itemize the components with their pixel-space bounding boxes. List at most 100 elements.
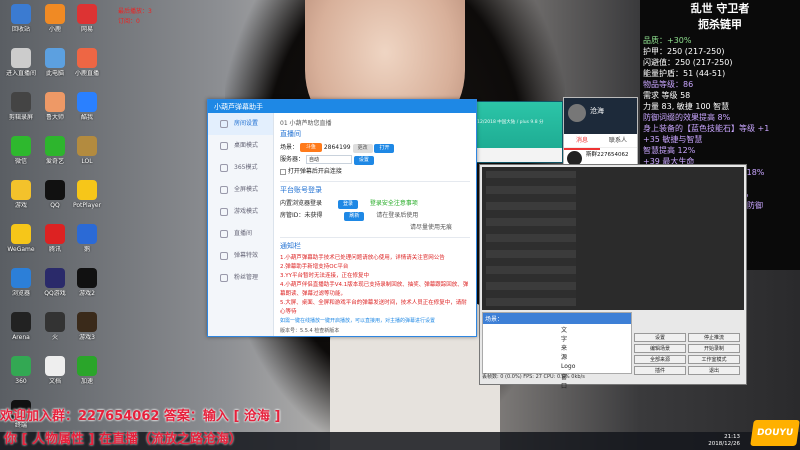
sidebar-item[interactable]: 全屏模式 <box>208 179 273 201</box>
desktop-icon[interactable]: LOL <box>70 136 104 165</box>
sidebar-item-label: 房间设置 <box>234 120 259 127</box>
app-icon <box>11 356 31 376</box>
desktop-icon-label: 游戏2 <box>79 290 95 297</box>
section-notice: 通知栏 1.小葫芦弹幕助手技术已处理问题请放心使用，详情请关注官网公告 2.弹幕助… <box>280 241 470 317</box>
apply-server-button[interactable]: 设置 <box>353 156 374 165</box>
desktop-icon-label: 浏览器 <box>11 290 30 297</box>
version-label[interactable]: 版本号：5.5.4 检查新版本 <box>280 327 339 334</box>
tip-line1: 登录安全注意事项 <box>369 200 418 207</box>
sidebar-item[interactable]: 弹幕特效 <box>208 245 273 267</box>
obs-scene-label: 场景： <box>483 313 631 324</box>
auto-connect-checkbox[interactable] <box>280 168 286 175</box>
desktop-icon[interactable]: 游戏2 <box>70 268 104 297</box>
obs-source-item[interactable]: 文字来源 <box>483 324 639 362</box>
app-icon <box>11 224 31 244</box>
sidebar-item[interactable]: 桌面模式 <box>208 135 273 157</box>
desktop-icon[interactable]: 360 <box>4 356 38 385</box>
sidebar-item-label: 365模式 <box>234 164 258 171</box>
window-title: 小葫芦弹幕助手 <box>208 100 476 113</box>
sidebar-icon <box>220 186 228 194</box>
obs-preview <box>482 167 744 310</box>
tip-line2: 请在登录后使用 <box>376 212 419 219</box>
obs-control-button[interactable]: 开始录制 <box>688 344 740 353</box>
obs-control-button[interactable]: 设置 <box>634 333 686 342</box>
item-stat-line: 防御词缀的效果提高 8% <box>643 113 731 122</box>
tab-contacts[interactable]: 联系人 <box>600 134 636 148</box>
section-title: 平台账号登录 <box>280 186 322 194</box>
sidebar-item[interactable]: 直播间 <box>208 223 273 245</box>
desktop-icon[interactable]: 微信 <box>4 136 38 165</box>
desktop-icon-label: 剪辑录屏 <box>8 114 33 121</box>
open-room-button[interactable]: 打开 <box>374 144 395 153</box>
desktop-icon[interactable]: 此电脑 <box>38 48 72 77</box>
app-icon <box>77 48 97 68</box>
obs-control-button[interactable]: 工作室模式 <box>688 355 740 364</box>
desktop-icon[interactable]: 腾讯 <box>38 224 72 253</box>
desktop-icon[interactable]: 文档 <box>38 356 72 385</box>
desktop-icon[interactable]: 浏览器 <box>4 268 38 297</box>
login-button[interactable]: 登录 <box>337 200 358 209</box>
desktop-icon[interactable]: 酷我 <box>70 92 104 121</box>
douyu-logo-icon: 斗鱼 <box>299 143 322 152</box>
taskbar-clock[interactable]: 21:13 2018/12/26 <box>708 434 740 448</box>
sidebar-item[interactable]: 365模式 <box>208 157 273 179</box>
sidebar-item-label: 全屏模式 <box>234 186 259 193</box>
avatar[interactable] <box>568 104 586 122</box>
desktop-icon[interactable]: 游戏3 <box>70 312 104 341</box>
desktop-icon[interactable]: 小鹿 <box>38 4 72 33</box>
app-icon <box>77 4 97 24</box>
desktop-icon[interactable]: Arena <box>4 312 38 341</box>
sidebar-item[interactable]: 游戏模式 <box>208 201 273 223</box>
tip-line3: 请尽量使用无痕 <box>410 224 453 231</box>
desktop-icon[interactable]: QQ游戏 <box>38 268 72 297</box>
desktop-icon[interactable]: QQ <box>38 180 72 209</box>
app-icon <box>45 48 65 68</box>
desktop-icon[interactable]: 游戏 <box>4 180 38 209</box>
desktop-icon[interactable]: 加速 <box>70 356 104 385</box>
section-platform: 平台账号登录 内置浏览器登录 登录 登录安全注意事项 房管ID：未获得 刷新 请… <box>280 185 470 238</box>
sidebar-item-label: 游戏模式 <box>234 208 259 215</box>
desktop-icon[interactable]: 火 <box>38 312 72 341</box>
sidebar-item[interactable]: 房间设置 <box>208 113 273 135</box>
item-stat-line: 需求 等级 58 <box>643 91 691 100</box>
app-icon <box>11 136 31 156</box>
top-status-line1: 最后播放：3 <box>118 8 152 15</box>
app-icon <box>77 136 97 156</box>
sidebar-icon <box>220 274 228 282</box>
app-icon <box>45 4 65 24</box>
desktop-icon[interactable]: 回收站 <box>4 4 38 33</box>
server-select[interactable]: 自动 <box>305 155 352 164</box>
sidebar-item-label: 桌面模式 <box>234 142 259 149</box>
desktop-icon[interactable]: 小鹿直播 <box>70 48 104 77</box>
danmu-assistant-window: 小葫芦弹幕助手 房间设置桌面模式 365模式全屏模式游戏模式直播间 弹幕特效 粉丝管理… <box>207 99 477 337</box>
app-icon <box>77 268 97 288</box>
room-label: 场景： <box>280 144 299 151</box>
item-stat-line: +35 敏捷与智慧 <box>643 135 703 144</box>
item-stat-line: 智慧提高 12% <box>643 146 696 155</box>
desktop-icon[interactable]: PotPlayer <box>70 180 104 209</box>
item-name-line2: 扼杀链甲 <box>698 18 742 31</box>
item-stat-line: 闪避值：250 (217-250) <box>643 58 733 67</box>
desktop-icon[interactable]: 鲁大师 <box>38 92 72 121</box>
desktop-icon[interactable]: 剪辑录屏 <box>4 92 38 121</box>
obs-control-button[interactable]: 停止推流 <box>688 333 740 342</box>
desktop-icon[interactable]: 网易 <box>70 4 104 33</box>
app-icon <box>11 4 31 24</box>
desktop-icon[interactable]: 进入直播间 <box>4 48 38 77</box>
desktop-icon-label: 爱奇艺 <box>45 158 64 165</box>
desktop-icon[interactable]: WeGame <box>4 224 38 253</box>
desktop-icon[interactable]: 鹅 <box>70 224 104 253</box>
desktop-icon-label: QQ游戏 <box>44 290 66 297</box>
desktop-icon-label: 鹅 <box>83 246 90 253</box>
obs-control-button[interactable]: 全部来源 <box>634 355 686 364</box>
obs-control-button[interactable]: 编辑场景 <box>634 344 686 353</box>
obs-source-item[interactable]: Logo <box>483 362 639 371</box>
refresh-button[interactable]: 刷新 <box>344 212 365 221</box>
desktop-icon-label: 进入直播间 <box>5 70 36 77</box>
sidebar-icon <box>220 230 228 238</box>
change-room-button[interactable]: 更改 <box>352 144 373 153</box>
desktop-icon-label: WeGame <box>7 246 35 253</box>
desktop-icon[interactable]: 爱奇艺 <box>38 136 72 165</box>
douyu-logo: DOUYU <box>750 420 800 446</box>
sidebar-item[interactable]: 粉丝管理 <box>208 267 273 289</box>
